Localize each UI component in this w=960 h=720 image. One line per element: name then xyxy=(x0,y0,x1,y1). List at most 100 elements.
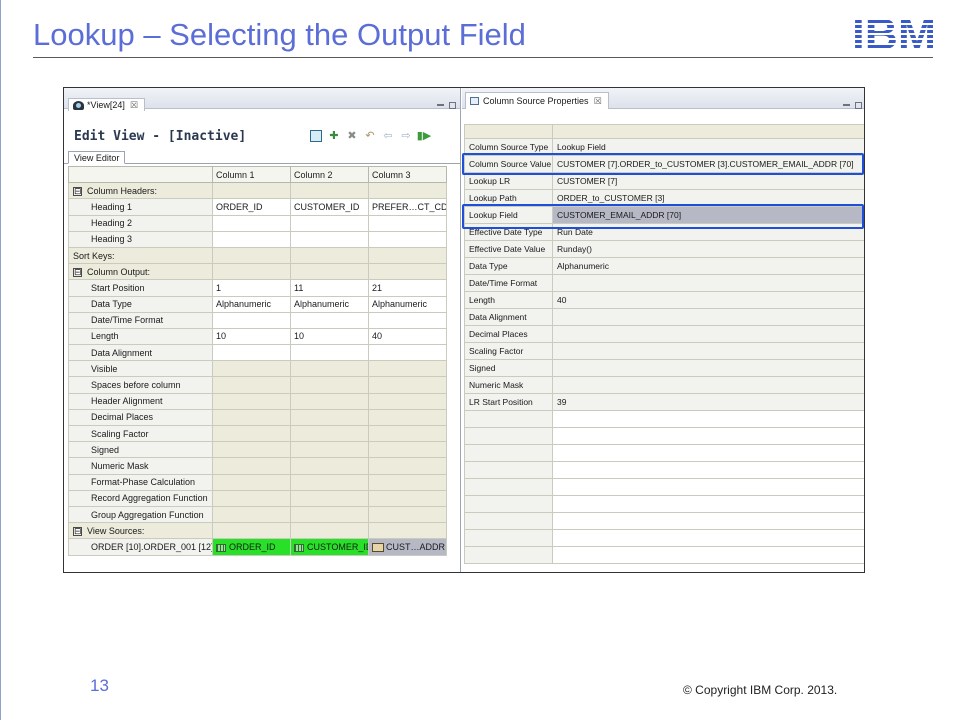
grid-cell[interactable] xyxy=(368,311,447,329)
grid-cell[interactable] xyxy=(290,214,369,232)
add-icon[interactable]: ✚ xyxy=(328,130,340,142)
grid-cell[interactable] xyxy=(212,473,291,491)
property-row[interactable]: Length 40 xyxy=(464,291,864,309)
property-value[interactable] xyxy=(552,359,864,377)
grid-cell[interactable] xyxy=(290,230,369,248)
property-row[interactable]: LR Start Position 39 xyxy=(464,393,864,411)
grid-cell[interactable] xyxy=(290,441,369,459)
property-value[interactable]: Alphanumeric xyxy=(552,257,864,275)
grid-cell[interactable] xyxy=(368,473,447,491)
property-value[interactable] xyxy=(552,274,864,292)
forward-icon[interactable]: ⇨ xyxy=(400,130,412,142)
property-row[interactable]: Column Source Value CUSTOMER [7].ORDER_to… xyxy=(464,155,864,173)
grid-cell[interactable] xyxy=(290,473,369,491)
close-icon[interactable]: ☒ xyxy=(594,96,602,107)
grid-cell[interactable] xyxy=(212,408,291,427)
property-value[interactable]: Runday() xyxy=(552,240,864,258)
grid-cell[interactable] xyxy=(368,376,447,394)
grid-cell[interactable]: 11 xyxy=(290,279,369,297)
grid-cell[interactable]: PREFER…CT_CD xyxy=(368,198,447,216)
grid-cell[interactable] xyxy=(212,457,291,475)
property-value[interactable] xyxy=(552,342,864,360)
grid-cell[interactable] xyxy=(368,457,447,475)
grid-cell[interactable] xyxy=(290,376,369,394)
grid-cell[interactable] xyxy=(368,214,447,232)
property-value[interactable]: Lookup Field xyxy=(552,138,864,156)
property-row[interactable]: Scaling Factor xyxy=(464,342,864,360)
grid-cell[interactable] xyxy=(290,344,369,362)
property-row[interactable]: Effective Date Value Runday() xyxy=(464,240,864,258)
grid-cell[interactable] xyxy=(368,441,447,459)
run-icon[interactable]: ▮▶ xyxy=(417,130,432,142)
grid-cell[interactable] xyxy=(368,424,447,443)
delete-icon[interactable]: ✖ xyxy=(346,130,358,142)
property-row[interactable]: Signed xyxy=(464,359,864,377)
grid-cell[interactable] xyxy=(368,408,447,427)
view-tab[interactable]: *View[24] ☒ xyxy=(68,98,145,111)
property-value[interactable] xyxy=(552,325,864,343)
grid-cell[interactable]: Alphanumeric xyxy=(290,295,369,313)
grid-cell[interactable]: 1 xyxy=(212,279,291,297)
grid-cell[interactable] xyxy=(212,505,291,524)
property-value[interactable] xyxy=(552,308,864,326)
column-source-cell[interactable]: ORDER_ID xyxy=(212,538,291,556)
property-value[interactable]: 39 xyxy=(552,393,864,411)
property-value[interactable]: CUSTOMER_EMAIL_ADDR [70] xyxy=(552,206,864,224)
grid-cell[interactable]: CUSTOMER_ID xyxy=(290,198,369,216)
grid-cell[interactable] xyxy=(290,505,369,524)
grid-cell[interactable] xyxy=(212,489,291,507)
collapse-icon[interactable]: ⊟ xyxy=(73,267,82,277)
property-row[interactable]: Date/Time Format xyxy=(464,274,864,292)
property-row[interactable]: Data Alignment xyxy=(464,308,864,326)
column-source-cell[interactable]: CUSTOMER_ID xyxy=(290,538,369,556)
grid-cell[interactable] xyxy=(290,311,369,329)
property-row[interactable]: Decimal Places xyxy=(464,325,864,343)
collapse-icon[interactable]: ⊟ xyxy=(73,526,82,536)
grid-cell[interactable] xyxy=(212,360,291,378)
property-row[interactable]: Column Source Type Lookup Field xyxy=(464,138,864,156)
grid-cell[interactable] xyxy=(212,344,291,362)
property-row[interactable]: Lookup Field CUSTOMER_EMAIL_ADDR [70] xyxy=(464,206,864,224)
undo-icon[interactable]: ↶ xyxy=(364,130,376,142)
grid-cell[interactable] xyxy=(290,360,369,378)
collapse-icon[interactable]: ⊟ xyxy=(73,186,82,196)
minimize-icon[interactable] xyxy=(843,104,850,106)
grid-cell[interactable]: Alphanumeric xyxy=(368,295,447,313)
grid-cell[interactable] xyxy=(290,408,369,427)
grid-cell[interactable] xyxy=(368,505,447,524)
minimize-icon[interactable] xyxy=(437,104,444,106)
grid-cell[interactable] xyxy=(290,392,369,410)
back-icon[interactable]: ⇦ xyxy=(382,130,394,142)
property-value[interactable] xyxy=(552,376,864,394)
column-source-cell[interactable]: CUST…ADDR xyxy=(368,538,447,556)
property-row[interactable]: Lookup Path ORDER_to_CUSTOMER [3] xyxy=(464,189,864,207)
property-value[interactable]: CUSTOMER [7].ORDER_to_CUSTOMER [3].CUSTO… xyxy=(552,155,864,173)
grid-cell[interactable] xyxy=(212,311,291,329)
property-value[interactable]: ORDER_to_CUSTOMER [3] xyxy=(552,189,864,207)
grid-cell[interactable] xyxy=(290,457,369,475)
grid-cell[interactable] xyxy=(368,360,447,378)
view-source-label[interactable]: ORDER [10].ORDER_001 [12] xyxy=(68,538,213,556)
maximize-icon[interactable] xyxy=(855,102,862,109)
property-row[interactable]: Effective Date Type Run Date xyxy=(464,223,864,241)
grid-cell[interactable] xyxy=(212,441,291,459)
grid-cell[interactable] xyxy=(212,424,291,443)
grid-cell[interactable] xyxy=(212,214,291,232)
property-row[interactable]: Lookup LR CUSTOMER [7] xyxy=(464,172,864,190)
column-header[interactable]: Column 1 xyxy=(212,165,291,184)
view-editor-subtab[interactable]: View Editor xyxy=(68,151,126,164)
grid-cell[interactable] xyxy=(368,230,447,248)
grid-cell[interactable] xyxy=(290,424,369,443)
property-value[interactable]: Run Date xyxy=(552,223,864,241)
grid-cell[interactable]: 10 xyxy=(290,327,369,346)
grid-cell[interactable] xyxy=(212,230,291,248)
maximize-icon[interactable] xyxy=(449,102,456,109)
grid-cell[interactable]: ORDER_ID xyxy=(212,198,291,216)
grid-cell[interactable] xyxy=(368,392,447,410)
grid-cell[interactable]: Alphanumeric xyxy=(212,295,291,313)
save-icon[interactable] xyxy=(310,130,322,142)
grid-cell[interactable]: 40 xyxy=(368,327,447,346)
grid-cell[interactable] xyxy=(368,489,447,507)
column-header[interactable]: Column 3 xyxy=(368,165,447,184)
grid-cell[interactable]: 21 xyxy=(368,279,447,297)
